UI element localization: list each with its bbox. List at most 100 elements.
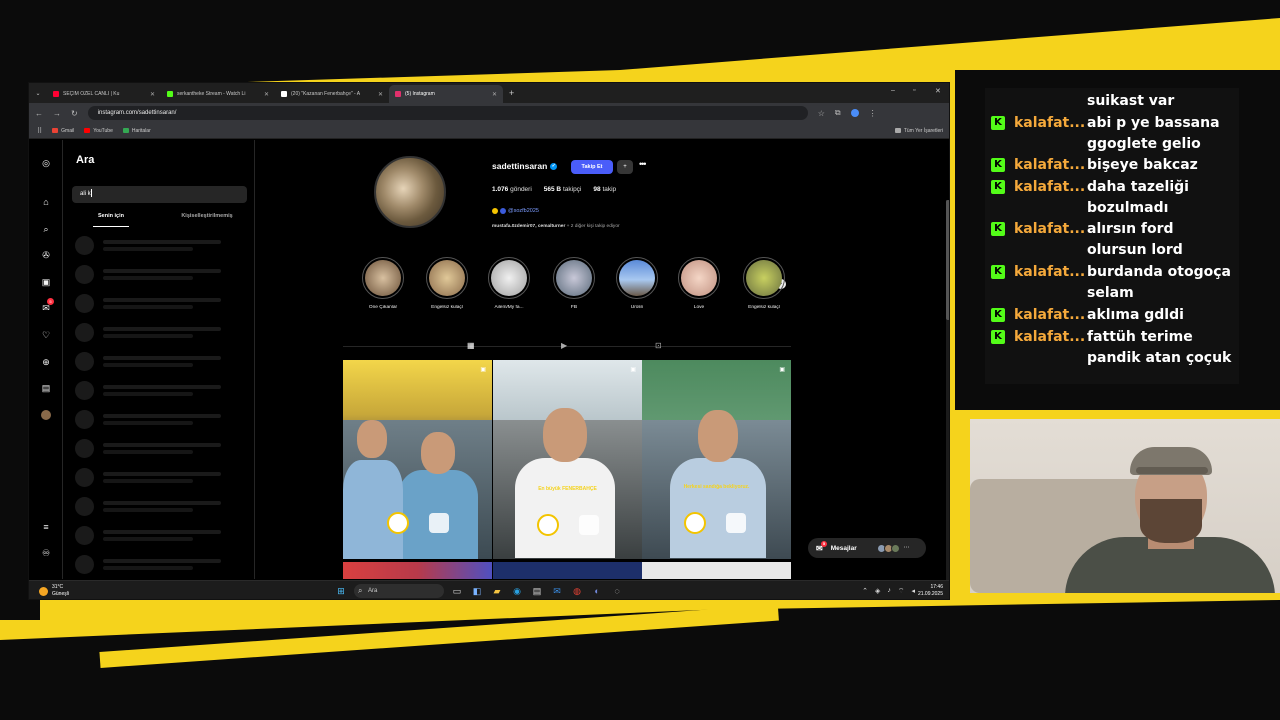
volume-icon[interactable]: ◂: [911, 587, 915, 596]
tab-2[interactable]: serkantheke Stream - Watch Li ✕: [161, 85, 275, 103]
messages-button[interactable]: ✉ 5 Mesajlar ···: [808, 538, 926, 558]
chat-username[interactable]: kalafat...: [1014, 219, 1085, 240]
more-options-icon[interactable]: •••: [639, 159, 647, 169]
follow-button[interactable]: Takip Et: [571, 160, 613, 174]
profile-username: sadettinsaran ✓: [492, 161, 558, 171]
menu-icon[interactable]: ⋮: [869, 109, 877, 118]
weather-widget[interactable]: 31°C Güneşli: [39, 584, 69, 598]
extensions-icon[interactable]: ⧉: [835, 108, 841, 118]
back-icon[interactable]: ←: [35, 109, 43, 118]
story-highlight[interactable]: Ürolin: [613, 257, 661, 310]
followed-by[interactable]: mustafa.0zdemir07, cemalturner + 2 diğer…: [492, 224, 620, 229]
edge-icon[interactable]: ◉: [510, 584, 524, 598]
close-tab-icon[interactable]: ✕: [492, 91, 497, 98]
tab-for-you[interactable]: Senin için: [63, 211, 159, 227]
story-highlight[interactable]: Love: [675, 257, 723, 310]
reels-icon[interactable]: ▣: [41, 277, 51, 287]
meta-icon[interactable]: ♾: [41, 548, 51, 558]
search-input[interactable]: ali k: [72, 186, 247, 203]
chrome-icon[interactable]: ◍: [570, 584, 584, 598]
clock[interactable]: 17:46 21.09.2025: [918, 584, 943, 598]
tab-4[interactable]: (5) Instagram ✕: [389, 85, 503, 103]
chat-username[interactable]: kalafat...: [1014, 177, 1085, 198]
instagram-logo-icon[interactable]: ◎: [41, 158, 51, 168]
gmail-icon: [52, 128, 59, 133]
tab-search-icon[interactable]: ⌄: [29, 90, 47, 97]
widgets-icon[interactable]: ◧: [470, 584, 484, 598]
bookmark-youtube[interactable]: YouTube: [84, 128, 113, 134]
close-tab-icon[interactable]: ✕: [378, 91, 383, 98]
network-icon[interactable]: ◈: [875, 587, 880, 596]
wifi-icon[interactable]: ⌔: [898, 587, 905, 596]
x-favicon-icon: [281, 91, 287, 97]
page-scrollbar[interactable]: [946, 200, 949, 599]
tagged-icon[interactable]: ⊡: [655, 341, 662, 350]
obs-icon[interactable]: ◌: [610, 584, 624, 598]
close-tab-icon[interactable]: ✕: [150, 91, 155, 98]
file-explorer-icon[interactable]: ▰: [490, 584, 504, 598]
following-stat[interactable]: 98 takip: [593, 186, 616, 193]
bookmark-maps[interactable]: Haritalar: [122, 128, 151, 134]
grid-icon[interactable]: ▦: [467, 341, 475, 350]
minimize-icon[interactable]: –: [891, 87, 895, 94]
maximize-icon[interactable]: ▫: [913, 87, 915, 94]
post-tile-4[interactable]: [343, 562, 492, 579]
chat-username[interactable]: kalafat...: [1014, 113, 1085, 134]
profile-avatar[interactable]: [374, 156, 446, 228]
system-tray: ⌃ ◈ ♪ ⌔ ◂: [862, 587, 915, 596]
story-highlight[interactable]: FB: [550, 257, 598, 310]
post-tile-5[interactable]: [493, 562, 642, 579]
post-tile-3[interactable]: Herkesi sandığa bekliyoruz. ▣: [642, 360, 791, 559]
chat-username[interactable]: kalafat...: [1014, 327, 1085, 348]
chat-username[interactable]: kalafat...: [1014, 305, 1085, 326]
apps-icon[interactable]: ⠿: [37, 127, 42, 135]
story-highlight[interactable]: Öne Çıkanlar: [359, 257, 407, 310]
chat-username[interactable]: kalafat...: [1014, 155, 1085, 176]
forward-icon[interactable]: →: [53, 109, 61, 118]
discord-icon[interactable]: ◐: [590, 584, 604, 598]
close-tab-icon[interactable]: ✕: [264, 91, 269, 98]
add-user-button[interactable]: +: [617, 160, 633, 174]
tab-unpersonalized[interactable]: Kişiselleştirilmemiş: [159, 211, 255, 227]
skeleton-line: [103, 450, 193, 454]
all-bookmarks[interactable]: Tüm Yer İşaretleri: [894, 128, 943, 134]
post-tile-2[interactable]: En büyük FENERBAHÇE ▣: [493, 360, 642, 559]
tab-1[interactable]: SEÇİM ÖZEL CANLI | Ku ✕: [47, 85, 161, 103]
chat-username[interactable]: kalafat...: [1014, 262, 1085, 283]
tab-3[interactable]: (20) "Kazanan Fenerbahçe" - A ✕: [275, 85, 389, 103]
bookmark-gmail[interactable]: Gmail: [52, 128, 74, 134]
microphone-icon[interactable]: ♪: [887, 587, 891, 596]
story-highlight[interactable]: Engelsiz kulaçl: [423, 257, 471, 310]
url-field[interactable]: instagram.com/sadettinsaran/: [87, 106, 808, 120]
task-view-icon[interactable]: ▭: [450, 584, 464, 598]
heart-icon[interactable]: ♡: [41, 330, 51, 340]
more-menu-icon[interactable]: ≡: [41, 522, 51, 532]
tray-arrow-icon[interactable]: ⌃: [862, 587, 868, 596]
dashboard-icon[interactable]: ▤: [41, 383, 51, 393]
home-icon[interactable]: ⌂: [41, 197, 51, 207]
store-icon[interactable]: ▤: [530, 584, 544, 598]
followers-stat[interactable]: 565 B takipçi: [544, 186, 582, 193]
story-highlight[interactable]: Ailem/My fa...: [485, 257, 533, 310]
posts-stat[interactable]: 1.076 gönderi: [492, 186, 532, 193]
new-tab-icon[interactable]: +: [509, 88, 514, 98]
scrollbar-thumb[interactable]: [946, 200, 949, 320]
reels-tab-icon[interactable]: ▶: [561, 341, 567, 350]
create-icon[interactable]: ⊕: [41, 357, 51, 367]
skeleton-line: [103, 298, 221, 302]
outlook-icon[interactable]: ✉: [550, 584, 564, 598]
search-icon[interactable]: ⌕: [41, 224, 51, 234]
star-icon[interactable]: ☆: [818, 109, 825, 118]
story-highlight[interactable]: Engelsiz kulaçl: [740, 257, 788, 310]
profile-icon[interactable]: [850, 109, 859, 117]
profile-avatar-icon[interactable]: [41, 410, 51, 420]
post-tile-6[interactable]: [642, 562, 791, 579]
threads-link[interactable]: @sozfb2025: [492, 208, 539, 214]
post-tile-1[interactable]: ▣: [343, 360, 492, 559]
explore-icon[interactable]: ✇: [41, 250, 51, 260]
close-window-icon[interactable]: ✕: [935, 87, 941, 95]
taskbar-search[interactable]: Ara: [354, 584, 444, 598]
reload-icon[interactable]: ↻: [71, 109, 78, 118]
followers-label: takipçi: [562, 186, 582, 193]
windows-start-icon[interactable]: ⊞: [334, 584, 348, 598]
